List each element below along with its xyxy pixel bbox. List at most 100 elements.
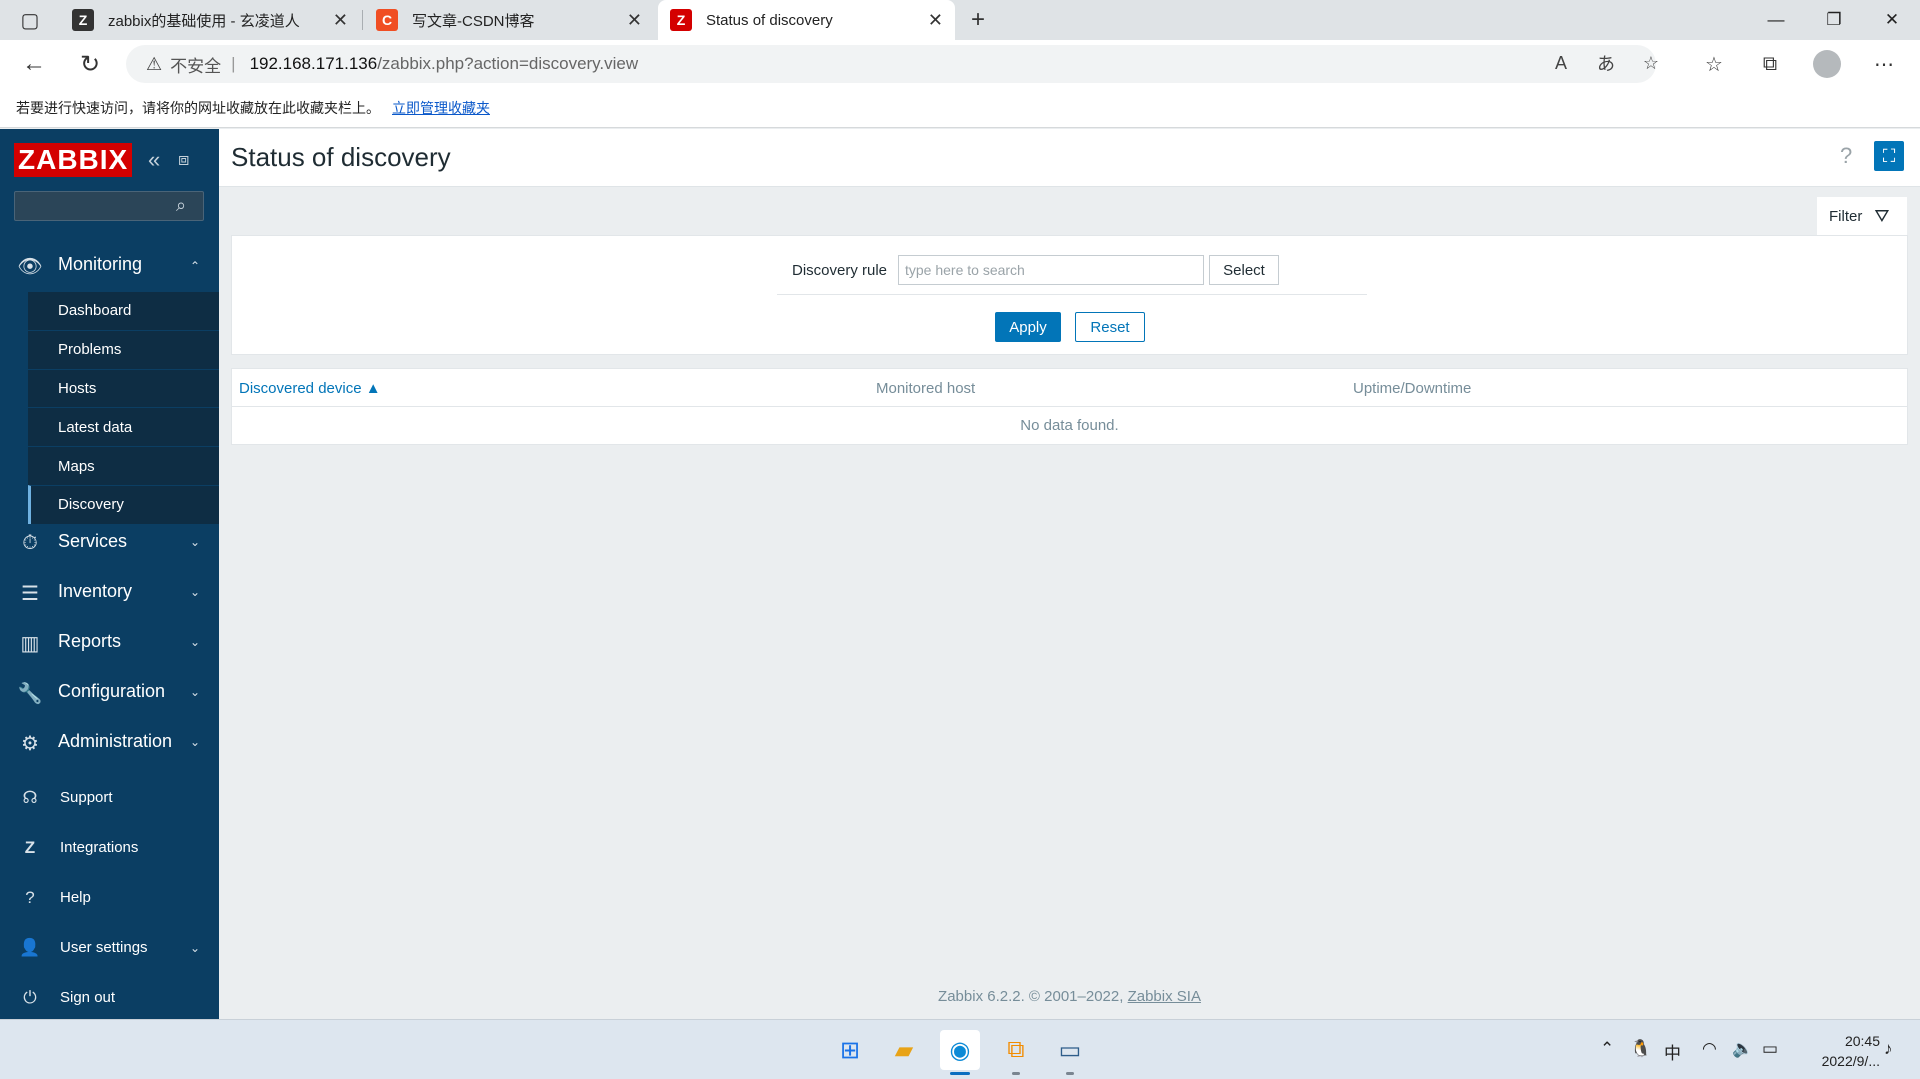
plus-icon[interactable]: + [960, 2, 996, 38]
favorites-icon[interactable]: ☆ [1696, 46, 1732, 82]
menu-services[interactable]: ⏱ Services ⌄ [0, 518, 219, 568]
menu-label: Administration [58, 731, 173, 751]
chevron-up-icon: ⌃ [190, 259, 201, 273]
chevron-down-icon: ⌄ [190, 735, 201, 749]
read-aloud-icon[interactable]: A [1546, 48, 1576, 78]
minimize-icon[interactable]: — [1748, 0, 1804, 40]
windows-start-icon[interactable]: ⊞ [830, 1030, 870, 1070]
chevron-down-icon: ⌄ [190, 941, 201, 955]
menu-sign-out[interactable]: ⏻ Sign out [0, 978, 219, 1018]
add-favorite-icon[interactable]: ☆ [1636, 48, 1666, 78]
column-discovered-device[interactable]: Discovered device ▲ [239, 380, 381, 397]
close-icon[interactable]: ✕ [333, 10, 348, 31]
collapse-sidebar-icon[interactable]: « [148, 147, 160, 173]
discovery-rule-input[interactable] [898, 255, 1204, 285]
monitoring-submenu: Dashboard Problems Hosts Latest data Map… [28, 291, 219, 524]
translate-icon[interactable]: あ [1591, 48, 1621, 78]
url-field[interactable]: ⚠ 不安全 | 192.168.171.136 /zabbix.php?acti… [126, 45, 1656, 83]
stopwatch-icon: ⏱ [22, 531, 38, 554]
menu-label: Inventory [58, 581, 133, 601]
active-app-indicator [950, 1072, 970, 1075]
menu-administration[interactable]: ⚙ Administration ⌄ [0, 718, 219, 768]
funnel-icon: ⛛ [1874, 205, 1890, 226]
reset-button[interactable]: Reset [1075, 312, 1145, 342]
fullscreen-button[interactable]: ⛶ [1874, 141, 1904, 171]
menu-user-settings[interactable]: 👤 User settings ⌄ [0, 928, 219, 968]
file-explorer-icon[interactable]: ▰ [884, 1030, 924, 1070]
eye-icon: 👁 [17, 255, 43, 278]
close-icon[interactable]: ✕ [627, 10, 642, 31]
restore-icon[interactable]: ❐ [1806, 0, 1862, 40]
volume-icon[interactable]: 🔈 [1732, 1039, 1753, 1059]
chevron-down-icon: ⌄ [190, 635, 201, 649]
edge-browser-icon[interactable]: ◉ [940, 1030, 980, 1070]
menu-inventory[interactable]: ☰ Inventory ⌄ [0, 568, 219, 618]
app-indicator [1066, 1072, 1074, 1075]
menu-label: Services [58, 531, 128, 551]
close-icon[interactable]: ✕ [928, 10, 943, 31]
browser-tab-bar: ▢ Z zabbix的基础使用 - 玄凌道人 ✕ C 写文章-CSDN博客 ✕ … [0, 0, 1920, 40]
more-menu-icon[interactable]: ⋯ [1866, 46, 1902, 82]
column-uptime-downtime: Uptime/Downtime [1353, 380, 1472, 397]
menu-label: Monitoring [58, 254, 143, 274]
help-icon[interactable]: ? [1840, 143, 1852, 169]
expand-icon: ⛶ [1882, 145, 1896, 166]
zabbix-logo[interactable]: ZABBIX [14, 143, 133, 177]
apply-button[interactable]: Apply [995, 312, 1061, 342]
wifi-icon[interactable]: ◠ [1702, 1039, 1717, 1059]
power-icon: ⏻ [23, 988, 37, 1007]
tab-title: 写文章-CSDN博客 [412, 12, 535, 30]
filter-tab[interactable]: Filter ⛛ [1817, 197, 1907, 235]
menu-support[interactable]: ☊ Support [0, 778, 219, 818]
system-clock[interactable]: 20:45 2022/9/... [1760, 1031, 1880, 1071]
notifications-icon[interactable]: ♪ [1884, 1039, 1893, 1059]
menu-integrations[interactable]: Z Integrations [0, 828, 219, 868]
headset-icon: ☊ [22, 788, 38, 807]
csdn-favicon-icon: C [376, 9, 398, 31]
tab-title: Status of discovery [706, 11, 833, 29]
qq-icon[interactable]: 🐧 [1630, 1039, 1651, 1059]
ime-indicator[interactable]: 中 [1664, 1039, 1681, 1064]
menu-configuration[interactable]: 🔧 Configuration ⌄ [0, 668, 219, 718]
zabbix-sia-link[interactable]: Zabbix SIA [1128, 988, 1201, 1005]
browser-address-bar: ← ↻ ⚠ 不安全 | 192.168.171.136 /zabbix.php?… [0, 40, 1920, 88]
menu-help[interactable]: ? Help [0, 878, 219, 918]
close-window-icon[interactable]: ✕ [1864, 0, 1920, 40]
url-host: 192.168.171.136 [249, 54, 378, 73]
integrations-icon: Z [24, 838, 36, 857]
chevron-down-icon: ⌄ [190, 585, 201, 599]
back-arrow-icon[interactable]: ← [16, 46, 52, 82]
profile-avatar[interactable] [1813, 50, 1841, 78]
search-icon[interactable]: ⌕ [176, 195, 186, 216]
discovery-rule-label: Discovery rule [792, 262, 888, 279]
sidebar: ZABBIX « ⧈ ⌕ 👁 Monitoring ⌃ Dashboard Pr… [0, 129, 219, 1019]
submenu-item-latest-data[interactable]: Latest data [28, 407, 219, 446]
favorites-bar: 若要进行快速访问，请将你的网址收藏放在此收藏夹栏上。 立即管理收藏夹 [0, 88, 1920, 128]
refresh-icon[interactable]: ↻ [72, 46, 108, 82]
submenu-item-problems[interactable]: Problems [28, 329, 219, 369]
submenu-item-maps[interactable]: Maps [28, 446, 219, 485]
kiosk-mode-icon[interactable]: ⧈ [178, 149, 189, 170]
footer-text: Zabbix 6.2.2. © 2001–2022, [938, 988, 1124, 1005]
remote-desktop-icon[interactable]: ▭ [1050, 1030, 1090, 1070]
submenu-item-hosts[interactable]: Hosts [28, 368, 219, 408]
chevron-down-icon: ⌄ [190, 685, 201, 699]
tab-separator [362, 10, 363, 30]
manage-favorites-link[interactable]: 立即管理收藏夹 [392, 98, 490, 118]
menu-label: Support [60, 789, 113, 806]
warning-icon: ⚠ [146, 53, 163, 74]
select-button[interactable]: Select [1209, 255, 1279, 285]
menu-reports[interactable]: ▥ Reports ⌄ [0, 618, 219, 668]
taskbar: ⊞ ▰ ◉ ⧉ ▭ ⌃ 🐧 中 ◠ 🔈 ▭ 20:45 2022/9/... ♪ [0, 1019, 1920, 1079]
submenu-item-dashboard[interactable]: Dashboard [28, 291, 219, 330]
filter-panel: Discovery rule Select Apply Reset [231, 235, 1908, 355]
tab-csdn-write[interactable]: C 写文章-CSDN博客 ✕ [364, 0, 654, 40]
menu-label: Configuration [58, 681, 166, 701]
tab-zabbix-basics[interactable]: Z zabbix的基础使用 - 玄凌道人 ✕ [60, 0, 360, 40]
menu-monitoring[interactable]: 👁 Monitoring ⌃ [0, 241, 219, 291]
tab-status-of-discovery[interactable]: Z Status of discovery ✕ [658, 0, 955, 40]
vmware-icon[interactable]: ⧉ [996, 1030, 1036, 1070]
tab-actions-icon[interactable]: ▢ [12, 2, 48, 38]
collections-icon[interactable]: ⧉ [1752, 46, 1788, 82]
chevron-up-icon[interactable]: ⌃ [1600, 1039, 1614, 1059]
